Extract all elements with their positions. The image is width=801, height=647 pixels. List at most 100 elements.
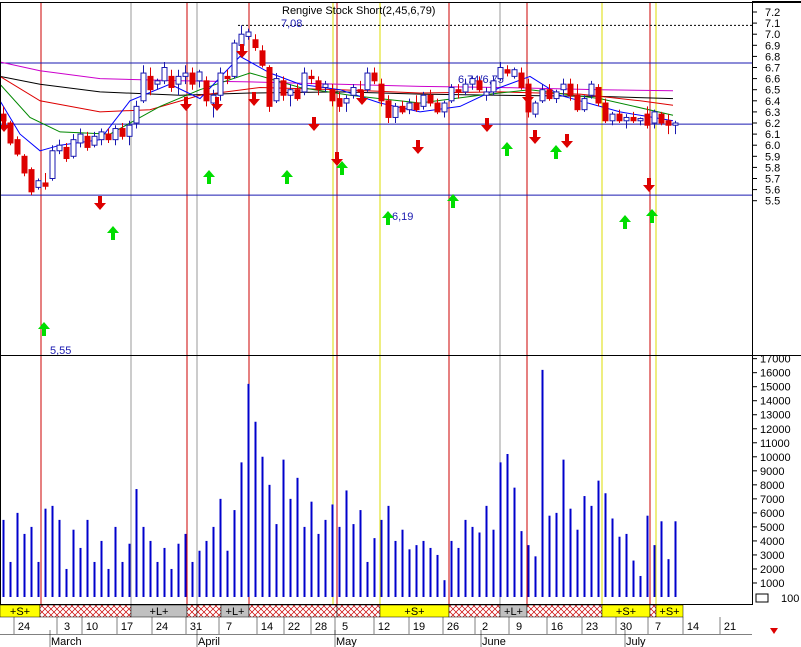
sell-arrow-12 bbox=[529, 130, 541, 144]
month-label-3: June bbox=[482, 636, 506, 647]
price-tick-label-17: 5.5 bbox=[765, 196, 780, 208]
candle-body-78 bbox=[546, 89, 553, 100]
candle-body-84 bbox=[588, 83, 595, 96]
candle-body-96 bbox=[672, 122, 679, 126]
candle-body-80 bbox=[560, 83, 567, 91]
sell-arrow-1 bbox=[94, 196, 106, 210]
month-label-4: July bbox=[626, 636, 646, 647]
signal-label-6: +S+ bbox=[659, 606, 679, 618]
axes: 7.27.17.06.96.86.76.66.56.46.36.26.16.05… bbox=[0, 1, 801, 647]
date-tick-label-11: 12 bbox=[378, 621, 390, 633]
candle-body-66 bbox=[462, 83, 469, 93]
candle-body-89 bbox=[623, 116, 630, 122]
candle-body-91 bbox=[637, 118, 644, 122]
candle-body-37 bbox=[259, 50, 266, 66]
date-tick-label-1: 3 bbox=[64, 621, 70, 633]
candle-body-20 bbox=[140, 72, 147, 102]
date-tick-label-9: 28 bbox=[315, 621, 327, 633]
signal-label-1: +L+ bbox=[150, 606, 169, 618]
date-tick-label-6: 7 bbox=[226, 621, 232, 633]
volume-bars bbox=[2, 369, 677, 597]
level-label-2: 6,19 bbox=[392, 211, 413, 223]
candle-body-79 bbox=[553, 91, 560, 100]
candle-body-16 bbox=[112, 128, 119, 141]
chart-container: 7,08 6,74/6,75 6,19 5,55 7.2 7.1 7.0 6.9 6.8 6.7… bbox=[0, 0, 801, 647]
volume-axis-marker bbox=[755, 593, 769, 603]
candle-body-58 bbox=[406, 102, 413, 111]
date-tick-label-21: 21 bbox=[724, 621, 736, 633]
buy-arrow-2 bbox=[203, 170, 215, 184]
candles bbox=[0, 25, 679, 196]
candle-body-26 bbox=[182, 72, 189, 77]
candle-body-63 bbox=[441, 102, 448, 113]
candle-body-33 bbox=[231, 42, 238, 77]
candle-body-8 bbox=[56, 144, 63, 152]
month-label-1: April bbox=[198, 636, 220, 647]
candle-body-21 bbox=[147, 75, 154, 91]
volume-tick-label-15: 2000 bbox=[760, 564, 784, 576]
signal-segment-7 bbox=[336, 604, 381, 618]
candle-body-54 bbox=[378, 83, 385, 102]
candle-body-60 bbox=[420, 94, 427, 107]
month-label-2: May bbox=[336, 636, 357, 647]
price-levels: 7,086,74/6,756,195,55 bbox=[0, 18, 752, 357]
candle-body-41 bbox=[287, 89, 294, 96]
signal-label-2: +L+ bbox=[226, 606, 245, 618]
candle-body-46 bbox=[322, 83, 329, 88]
candle-body-72 bbox=[504, 69, 511, 74]
candle-body-17 bbox=[119, 128, 126, 137]
buy-arrow-9 bbox=[619, 215, 631, 229]
candle-body-61 bbox=[427, 94, 434, 104]
signal-label-0: +S+ bbox=[10, 606, 30, 618]
candle-body-2 bbox=[14, 139, 21, 155]
candle-body-42 bbox=[294, 89, 301, 100]
volume-tick-label-4: 13000 bbox=[760, 410, 791, 422]
candle-body-23 bbox=[161, 67, 168, 82]
candle-body-67 bbox=[469, 78, 476, 85]
candle-body-74 bbox=[518, 72, 525, 88]
candle-body-13 bbox=[91, 135, 98, 146]
volume-tick-label-14: 3000 bbox=[760, 550, 784, 562]
candle-body-55 bbox=[385, 100, 392, 118]
date-tick-label-19: 7 bbox=[655, 621, 661, 633]
chart-title: Rengive Stock Short(2,45,6,79) bbox=[282, 5, 435, 17]
candle-body-70 bbox=[490, 80, 497, 93]
candle-body-40 bbox=[280, 80, 287, 96]
stock-chart: 7,086,74/6,756,195,55 7.27.17.06.96.86.7… bbox=[0, 1, 801, 647]
date-tick-label-8: 22 bbox=[288, 621, 300, 633]
candle-body-81 bbox=[567, 83, 574, 96]
date-tick-label-3: 17 bbox=[121, 621, 133, 633]
candle-body-92 bbox=[644, 113, 651, 126]
sell-arrow-13 bbox=[561, 134, 573, 148]
signal-label-4: +L+ bbox=[504, 606, 523, 618]
candle-body-69 bbox=[483, 91, 490, 96]
candle-body-83 bbox=[581, 98, 588, 111]
candle-body-6 bbox=[42, 182, 49, 187]
candle-body-57 bbox=[399, 105, 406, 113]
date-tick-label-4: 24 bbox=[156, 621, 168, 633]
candle-body-15 bbox=[105, 133, 112, 141]
date-tick-label-14: 2 bbox=[482, 621, 488, 633]
candle-body-4 bbox=[28, 169, 35, 193]
candle-body-56 bbox=[392, 105, 399, 118]
signal-segment-13 bbox=[649, 604, 657, 618]
candle-body-9 bbox=[63, 146, 70, 160]
candle-body-82 bbox=[574, 94, 581, 111]
date-tick-label-20: 14 bbox=[687, 621, 699, 633]
volume-tick-label-2: 15000 bbox=[760, 382, 791, 394]
candle-body-62 bbox=[434, 102, 441, 113]
signal-band: +S+ +L+ +L+ +S+ +L+ +S+ +S+ bbox=[0, 604, 684, 618]
candle-body-86 bbox=[602, 102, 609, 122]
sell-arrow-6 bbox=[308, 117, 320, 131]
candle-body-94 bbox=[658, 113, 665, 124]
candle-body-3 bbox=[21, 155, 28, 174]
candle-body-64 bbox=[448, 86, 455, 102]
signal-segment-1 bbox=[39, 604, 132, 618]
candle-body-35 bbox=[245, 31, 252, 37]
date-tick-label-15: 9 bbox=[516, 621, 522, 633]
signal-segment-4 bbox=[196, 604, 222, 618]
candle-body-27 bbox=[189, 72, 196, 85]
date-tick-label-16: 16 bbox=[551, 621, 563, 633]
buy-arrow-8 bbox=[550, 145, 562, 159]
level-label-0: 7,08 bbox=[281, 18, 302, 30]
